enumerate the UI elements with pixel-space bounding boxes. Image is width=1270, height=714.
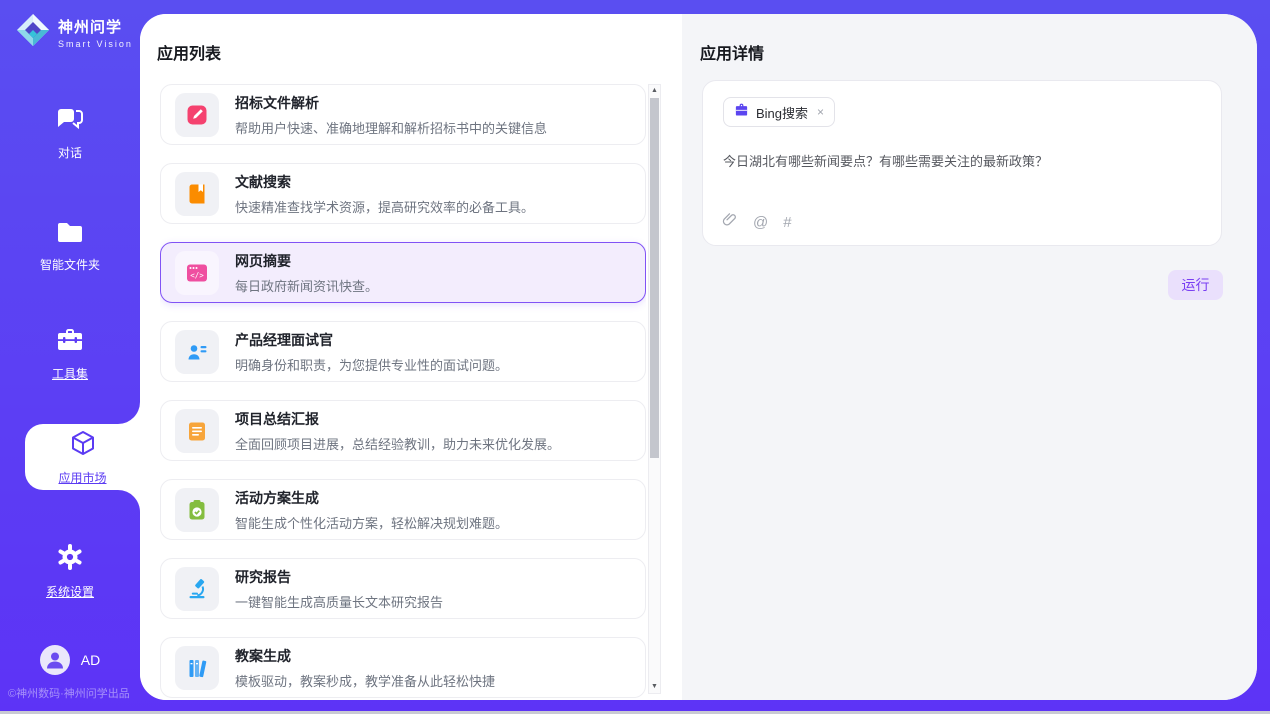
app-card-title: 活动方案生成 (235, 488, 508, 508)
books-icon (175, 646, 219, 690)
sidebar-item-settings[interactable]: 系统设置 (0, 543, 140, 600)
paperclip-icon[interactable] (721, 211, 738, 233)
scrollbar-thumb[interactable] (650, 98, 659, 458)
query-text[interactable]: 今日湖北有哪些新闻要点？有哪些需要关注的最新政策？ (723, 151, 1201, 170)
brand-subtitle: Smart Vision (58, 39, 133, 49)
app-card-research-report[interactable]: 研究报告 一键智能生成高质量长文本研究报告 (160, 558, 646, 619)
gem-logo-icon (15, 12, 51, 53)
toolbox-icon (55, 327, 85, 358)
app-card-desc: 明确身份和职责，为您提供专业性的面试问题。 (235, 355, 508, 374)
hash-icon[interactable]: # (783, 214, 791, 231)
app-card-desc: 全面回顾项目进展，总结经验教训，助力未来优化发展。 (235, 434, 560, 453)
run-button[interactable]: 运行 (1168, 270, 1223, 300)
app-list-title: 应用列表 (157, 40, 221, 64)
app-card-project-summary[interactable]: 项目总结汇报 全面回顾项目进展，总结经验教训，助力未来优化发展。 (160, 400, 646, 461)
query-input-card[interactable]: Bing搜索 × 今日湖北有哪些新闻要点？有哪些需要关注的最新政策？ @ # (702, 80, 1222, 246)
user-initials: AD (81, 652, 100, 668)
tool-chip-bing-search[interactable]: Bing搜索 × (723, 97, 835, 127)
close-icon[interactable]: × (817, 105, 824, 119)
brand-name: 神州问学 (58, 16, 133, 37)
sidebar: 神州问学 Smart Vision 对话 智能文件夹 (0, 0, 140, 714)
app-card-title: 文献搜索 (235, 172, 534, 192)
svg-text:</>: </> (190, 271, 204, 280)
sidebar-item-label: 工具集 (52, 365, 88, 382)
sidebar-item-chat[interactable]: 对话 (0, 106, 140, 161)
app-card-desc: 快速精准查找学术资源，提高研究效率的必备工具。 (235, 197, 534, 216)
sidebar-item-toolset[interactable]: 工具集 (0, 327, 140, 382)
app-card-lesson-plan[interactable]: 教案生成 模板驱动，教案秒成，教学准备从此轻松快捷 (160, 637, 646, 698)
active-tab-curve-bottom (118, 490, 140, 512)
at-mention-icon[interactable]: @ (753, 214, 768, 231)
attachment-toolbar: @ # (721, 211, 792, 233)
app-card-title: 项目总结汇报 (235, 409, 560, 429)
interview-icon (175, 330, 219, 374)
copyright-footer: ©神州数码·神州问学出品 (8, 685, 130, 701)
app-list-pane: 应用列表 招标文件解析 帮助用户快速、准确地理解和解析招标书中的关键信息 (140, 14, 682, 700)
app-card-desc: 每日政府新闻资讯快查。 (235, 276, 378, 295)
tool-chip-label: Bing搜索 (756, 103, 808, 122)
app-card-desc: 智能生成个性化活动方案，轻松解决规划难题。 (235, 513, 508, 532)
app-card-title: 研究报告 (235, 567, 443, 587)
app-card-desc: 模板驱动，教案秒成，教学准备从此轻松快捷 (235, 671, 495, 690)
app-card-desc: 一键智能生成高质量长文本研究报告 (235, 592, 443, 611)
microscope-icon (175, 567, 219, 611)
active-tab-curve-top (118, 402, 140, 424)
app-detail-pane: 应用详情 Bing搜索 × 今日湖北有哪些新闻要点？有哪些需要关注的最新政策？ (682, 14, 1257, 700)
sidebar-item-label: 智能文件夹 (40, 256, 100, 273)
app-card-web-summary[interactable]: </> 网页摘要 每日政府新闻资讯快查。 (160, 242, 646, 303)
sidebar-item-label: 应用市场 (58, 469, 106, 486)
app-card-event-plan[interactable]: 活动方案生成 智能生成个性化活动方案，轻松解决规划难题。 (160, 479, 646, 540)
edit-square-icon (175, 93, 219, 137)
sidebar-item-label: 系统设置 (46, 583, 94, 600)
briefcase-icon (734, 103, 749, 121)
clipboard-check-icon (175, 488, 219, 532)
app-detail-title: 应用详情 (700, 40, 764, 64)
folder-icon (56, 220, 84, 249)
sidebar-item-label: 对话 (58, 144, 82, 161)
chat-icon (56, 106, 84, 137)
user-account[interactable]: AD (0, 645, 140, 675)
sidebar-item-smart-folder[interactable]: 智能文件夹 (0, 220, 140, 273)
app-card-title: 网页摘要 (235, 251, 378, 271)
app-card-desc: 帮助用户快速、准确地理解和解析招标书中的关键信息 (235, 118, 547, 137)
app-list-scrollbar[interactable]: ▲ ▼ (648, 84, 661, 694)
scroll-up-icon[interactable]: ▲ (649, 85, 660, 97)
app-card-pm-interviewer[interactable]: 产品经理面试官 明确身份和职责，为您提供专业性的面试问题。 (160, 321, 646, 382)
app-card-list: 招标文件解析 帮助用户快速、准确地理解和解析招标书中的关键信息 文献搜索 快速精… (160, 84, 646, 700)
app-card-literature-search[interactable]: 文献搜索 快速精准查找学术资源，提高研究效率的必备工具。 (160, 163, 646, 224)
book-icon (175, 172, 219, 216)
app-card-bid-analysis[interactable]: 招标文件解析 帮助用户快速、准确地理解和解析招标书中的关键信息 (160, 84, 646, 145)
app-card-title: 招标文件解析 (235, 93, 547, 113)
brand-logo: 神州问学 Smart Vision (15, 12, 133, 53)
avatar (40, 645, 70, 675)
gear-icon (56, 543, 84, 576)
sidebar-item-app-market[interactable]: 应用市场 (25, 424, 140, 490)
browser-code-icon: </> (175, 251, 219, 295)
notepad-icon (175, 409, 219, 453)
cube-icon (68, 429, 98, 464)
scroll-down-icon[interactable]: ▼ (649, 681, 660, 693)
app-card-title: 产品经理面试官 (235, 330, 508, 350)
main-content: 应用列表 招标文件解析 帮助用户快速、准确地理解和解析招标书中的关键信息 (140, 14, 1257, 700)
app-card-title: 教案生成 (235, 646, 495, 666)
